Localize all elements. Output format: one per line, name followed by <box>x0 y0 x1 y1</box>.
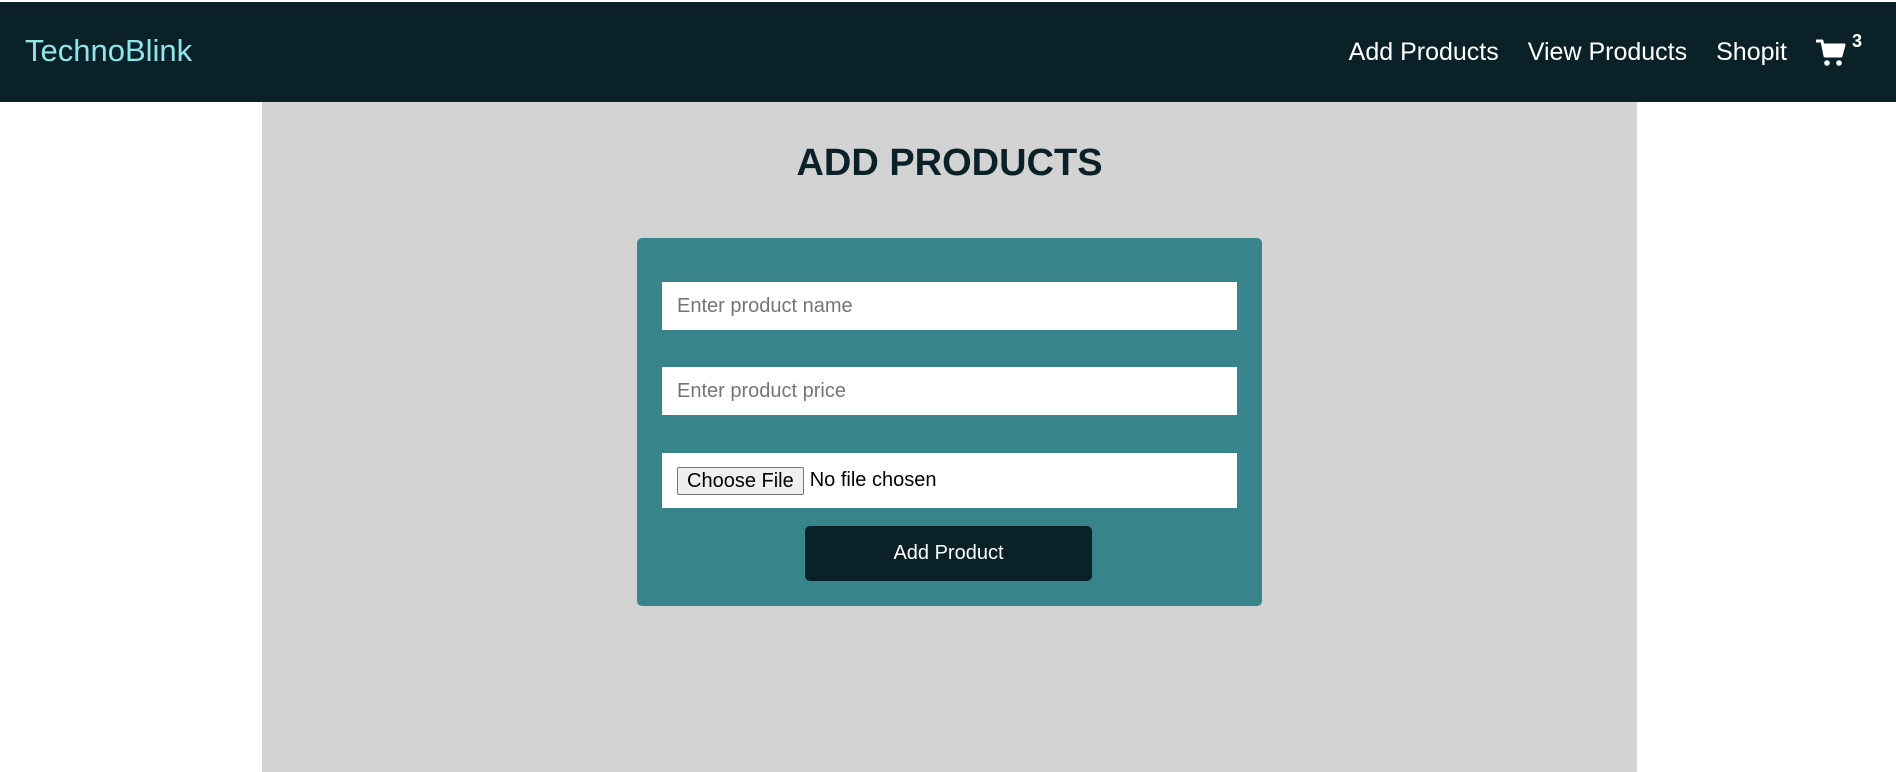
add-product-form: Choose File No file chosen Add Product <box>637 238 1262 606</box>
nav-links: Add Products View Products Shopit 3 <box>1349 2 1896 102</box>
file-upload-field: Choose File No file chosen <box>662 453 1237 508</box>
nav-link-shopit[interactable]: Shopit <box>1716 39 1787 65</box>
cart-button[interactable]: 3 <box>1816 32 1868 72</box>
brand-logo-link[interactable]: TechnoBlink <box>25 35 192 66</box>
file-status-text: No file chosen <box>809 469 937 491</box>
navbar: TechnoBlink Add Products View Products S… <box>0 2 1896 102</box>
main-panel: ADD PRODUCTS Choose File No file chosen … <box>262 102 1637 772</box>
cart-count-badge: 3 <box>1852 31 1863 51</box>
choose-file-button[interactable]: Choose File <box>677 466 804 495</box>
page-title: ADD PRODUCTS <box>796 142 1103 184</box>
product-name-input[interactable] <box>662 282 1237 330</box>
nav-link-add-products[interactable]: Add Products <box>1349 39 1499 65</box>
nav-link-view-products[interactable]: View Products <box>1528 39 1687 65</box>
shopping-cart-icon <box>1816 39 1846 66</box>
add-product-button[interactable]: Add Product <box>805 526 1092 581</box>
product-price-input[interactable] <box>662 367 1237 415</box>
